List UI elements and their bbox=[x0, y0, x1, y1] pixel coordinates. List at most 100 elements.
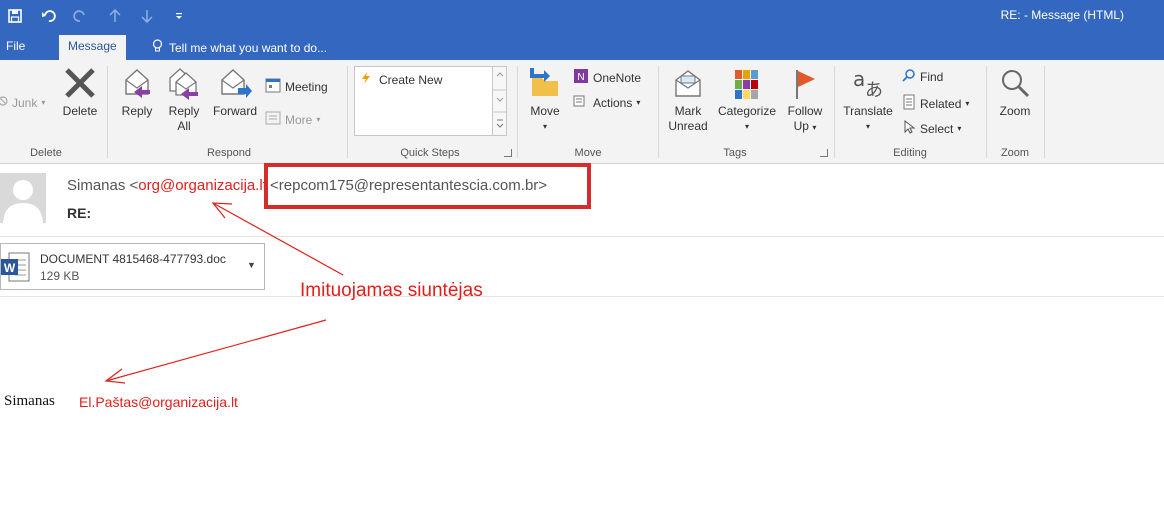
tab-message[interactable]: Message bbox=[59, 35, 126, 60]
chevron-down-icon: ▾ bbox=[542, 122, 547, 131]
quick-steps-gallery[interactable]: Create New bbox=[354, 66, 507, 136]
group-separator bbox=[347, 66, 348, 158]
signature-name: Simanas bbox=[4, 393, 55, 409]
follow-up-button[interactable]: Follow Up ▾ bbox=[782, 64, 828, 135]
attachment-size: 129 KB bbox=[40, 269, 80, 283]
ribbon: Junk ▾ Delete Delete Reply Reply All For… bbox=[0, 60, 1164, 164]
dialog-launcher-icon[interactable] bbox=[820, 149, 828, 157]
window-title: RE: - Message (HTML) bbox=[1000, 8, 1124, 22]
related-button[interactable]: Related ▾ bbox=[902, 94, 969, 113]
svg-text:W: W bbox=[4, 261, 16, 275]
zoom-button[interactable]: Zoom bbox=[993, 64, 1037, 119]
group-label-tags: Tags bbox=[723, 147, 747, 159]
chevron-down-icon: ▾ bbox=[744, 122, 749, 131]
arrow-to-signature bbox=[104, 319, 327, 384]
more-icon bbox=[265, 111, 281, 128]
translate-button[interactable]: aあ Translate ▾ bbox=[840, 64, 896, 134]
magnifier-icon bbox=[999, 64, 1031, 100]
find-button[interactable]: Find bbox=[902, 68, 943, 85]
undo-icon[interactable] bbox=[38, 6, 60, 26]
tell-me-text: Tell me what you want to do... bbox=[169, 40, 328, 55]
group-label-zoom: Zoom bbox=[1000, 147, 1030, 159]
tell-me-box[interactable]: Tell me what you want to do... bbox=[152, 39, 327, 56]
avatar bbox=[0, 173, 46, 223]
message-subject: RE: bbox=[67, 205, 92, 221]
mark-unread-button[interactable]: Mark Unread bbox=[664, 64, 712, 134]
translate-icon: aあ bbox=[851, 64, 885, 100]
sender-display-email: org@organizacija.lt bbox=[138, 177, 267, 194]
group-separator bbox=[658, 66, 659, 158]
related-icon bbox=[902, 94, 916, 113]
reply-all-button[interactable]: Reply All bbox=[163, 64, 205, 134]
customize-qat-icon[interactable] bbox=[168, 6, 190, 26]
chevron-down-icon[interactable]: ▼ bbox=[247, 260, 256, 270]
delete-button[interactable]: Delete bbox=[59, 64, 101, 119]
dialog-launcher-icon[interactable] bbox=[504, 149, 512, 157]
categorize-button[interactable]: Categorize ▾ bbox=[714, 64, 780, 134]
quick-step-create-new[interactable]: Create New bbox=[361, 72, 442, 87]
divider bbox=[0, 296, 1164, 297]
delete-icon bbox=[63, 64, 97, 100]
group-label-quick-steps: Quick Steps bbox=[400, 147, 460, 159]
forward-icon bbox=[218, 64, 252, 100]
attachment-name: DOCUMENT 4815468-477793.doc bbox=[40, 252, 226, 266]
categorize-icon bbox=[733, 64, 761, 100]
group-label-editing: Editing bbox=[893, 147, 927, 159]
junk-button[interactable]: Junk ▾ bbox=[0, 95, 45, 110]
reply-icon bbox=[120, 64, 154, 100]
word-document-icon: W bbox=[1, 252, 31, 287]
lightbulb-icon bbox=[152, 39, 163, 56]
save-icon[interactable] bbox=[4, 6, 26, 26]
title-bar: RE: - Message (HTML) bbox=[0, 0, 1164, 32]
reply-button[interactable]: Reply bbox=[116, 64, 158, 119]
group-separator bbox=[107, 66, 108, 158]
group-label-move: Move bbox=[574, 147, 602, 159]
group-separator bbox=[1044, 66, 1045, 158]
onenote-button[interactable]: N OneNote bbox=[573, 68, 641, 87]
calendar-icon bbox=[265, 77, 281, 96]
find-icon bbox=[902, 68, 916, 85]
actions-icon bbox=[573, 94, 589, 111]
actions-button[interactable]: Actions ▾ bbox=[573, 94, 640, 111]
ribbon-tab-bar: File Message Tell me what you want to do… bbox=[0, 32, 1164, 60]
chevron-down-icon: ▾ bbox=[957, 124, 962, 133]
envelope-icon bbox=[672, 64, 704, 100]
move-button[interactable]: Move ▾ bbox=[524, 64, 566, 134]
svg-text:N: N bbox=[577, 72, 584, 83]
chevron-down-icon: ▾ bbox=[41, 98, 46, 107]
lightning-icon bbox=[361, 72, 371, 87]
meeting-button[interactable]: Meeting bbox=[265, 77, 328, 96]
real-sender-address: <repcom175@representantescia.com.br> bbox=[270, 177, 548, 194]
select-button[interactable]: Select ▾ bbox=[902, 119, 962, 137]
chevron-down-icon: ▾ bbox=[636, 98, 641, 107]
group-separator bbox=[834, 66, 835, 158]
chevron-down-icon: ▾ bbox=[965, 99, 970, 108]
sender-name: Simanas < bbox=[67, 177, 139, 194]
more-button[interactable]: More ▾ bbox=[265, 111, 320, 128]
sender-line[interactable]: Simanas <org@organizacija.lt bbox=[67, 177, 267, 194]
chevron-down-icon: ▾ bbox=[316, 115, 321, 124]
svg-text:あ: あ bbox=[865, 80, 883, 100]
forward-button[interactable]: Forward bbox=[210, 64, 260, 119]
outlook-message-window: RE: - Message (HTML) File Message Tell m… bbox=[0, 0, 1164, 505]
next-item-icon[interactable] bbox=[136, 6, 158, 26]
group-label-respond: Respond bbox=[206, 147, 252, 159]
cursor-icon bbox=[902, 119, 916, 137]
flag-icon bbox=[791, 64, 819, 100]
group-separator bbox=[986, 66, 987, 158]
tab-file[interactable]: File bbox=[6, 39, 25, 53]
chevron-down-icon: ▾ bbox=[812, 123, 817, 132]
group-label-delete: Delete bbox=[30, 147, 62, 159]
chevron-down-icon: ▾ bbox=[865, 122, 870, 131]
signature-email[interactable]: El.Paštas@organizacija.lt bbox=[79, 394, 238, 410]
redo-icon[interactable] bbox=[70, 6, 92, 26]
onenote-icon: N bbox=[573, 68, 589, 87]
attachment-card[interactable]: W DOCUMENT 4815468-477793.doc 129 KB ▼ bbox=[0, 243, 265, 290]
previous-item-icon[interactable] bbox=[104, 6, 126, 26]
group-separator bbox=[517, 66, 518, 158]
reply-all-icon bbox=[167, 64, 201, 100]
gallery-scrollbar[interactable] bbox=[492, 67, 507, 135]
annotation-label: Imituojamas siuntėjas bbox=[300, 280, 483, 301]
svg-text:a: a bbox=[853, 67, 865, 91]
move-folder-icon bbox=[528, 64, 562, 100]
